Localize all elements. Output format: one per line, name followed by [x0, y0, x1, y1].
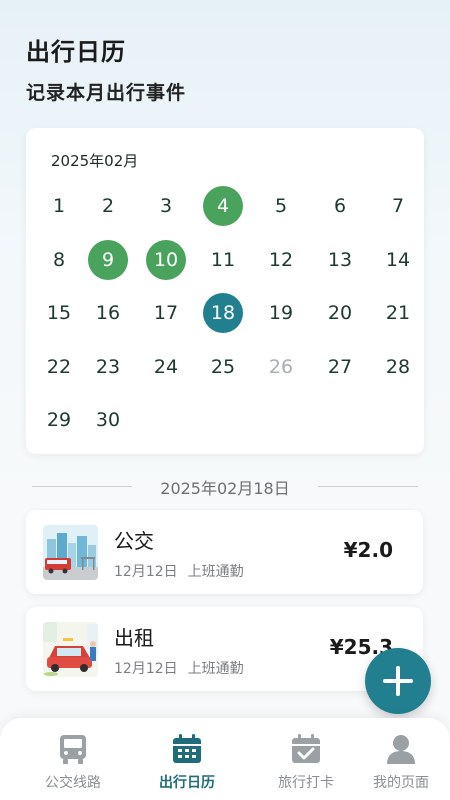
calendar-day-2[interactable]: 2: [88, 186, 128, 226]
record-meta: 12月12日 上班通勤: [114, 561, 244, 581]
calendar-day-29[interactable]: 29: [39, 400, 79, 440]
calendar-day-22[interactable]: 22: [39, 347, 79, 387]
calendar-day-21[interactable]: 21: [378, 293, 418, 333]
calendar-day-14[interactable]: 14: [378, 240, 418, 280]
tab-bus-routes[interactable]: 公交线路: [28, 732, 118, 792]
calendar-day-9[interactable]: 9: [88, 240, 128, 280]
calendar-day-11[interactable]: 11: [203, 240, 243, 280]
calendar-day-27[interactable]: 27: [320, 347, 360, 387]
bus-stop-illustration-icon: [43, 525, 98, 580]
calendar-day-3[interactable]: 3: [146, 186, 186, 226]
selected-date-divider: 2025年02月18日: [32, 475, 418, 498]
selected-date-label: 2025年02月18日: [160, 479, 290, 498]
trip-record-card[interactable]: 出租 12月12日 上班通勤 ¥25.3: [26, 607, 423, 691]
taxi-illustration-icon: [43, 622, 98, 677]
record-price: ¥2.0: [343, 538, 393, 562]
calendar-month-label: 2025年02月: [51, 152, 139, 170]
add-trip-button[interactable]: [365, 648, 431, 714]
calendar-day-8[interactable]: 8: [39, 240, 79, 280]
calendar-day-28[interactable]: 28: [378, 347, 418, 387]
record-date: 12月12日: [114, 661, 178, 677]
tab-my-page[interactable]: 我的页面: [356, 732, 446, 792]
calendar-day-15[interactable]: 15: [39, 293, 79, 333]
record-title: 公交: [114, 529, 154, 553]
plus-icon: [383, 666, 413, 696]
bottom-nav: 公交线路 出行日历 旅行打卡 我的页面: [0, 718, 450, 800]
user-icon: [387, 735, 415, 764]
calendar-day-1[interactable]: 1: [39, 186, 79, 226]
calendar-check-icon: [292, 734, 320, 763]
calendar-day-24[interactable]: 24: [146, 347, 186, 387]
tab-travel-calendar[interactable]: 出行日历: [142, 732, 232, 792]
record-purpose: 上班通勤: [187, 661, 244, 677]
calendar-card: 2025年02月 1 2 3 4 5 6 7 8 9 10 11 12 13 14 15 16 17 18 19 20…: [26, 128, 424, 454]
record-title: 出租: [114, 626, 154, 650]
tab-label: 我的页面: [373, 775, 429, 791]
divider-line-right: [318, 486, 418, 487]
calendar-day-18[interactable]: 18: [203, 293, 243, 333]
calendar-day-26: 26: [268, 356, 294, 378]
calendar-day-6[interactable]: 6: [320, 186, 360, 226]
tab-travel-checkin[interactable]: 旅行打卡: [261, 732, 351, 792]
calendar-day-12[interactable]: 12: [261, 240, 301, 280]
tab-label: 公交线路: [45, 775, 101, 791]
calendar-day-4[interactable]: 4: [203, 186, 243, 226]
calendar-day-10[interactable]: 10: [146, 240, 186, 280]
calendar-day-17[interactable]: 17: [146, 293, 186, 333]
calendar-day-7[interactable]: 7: [378, 186, 418, 226]
calendar-day-30[interactable]: 30: [88, 400, 128, 440]
calendar-day-16[interactable]: 16: [88, 293, 128, 333]
record-meta: 12月12日 上班通勤: [114, 658, 244, 678]
page-subtitle: 记录本月出行事件: [26, 82, 187, 104]
calendar-day-23[interactable]: 23: [88, 347, 128, 387]
tab-label: 出行日历: [159, 775, 215, 791]
tab-label: 旅行打卡: [278, 775, 334, 791]
calendar-day-20[interactable]: 20: [320, 293, 360, 333]
record-date: 12月12日: [114, 564, 178, 580]
bus-icon: [60, 735, 86, 764]
trip-record-card[interactable]: 公交 12月12日 上班通勤 ¥2.0: [26, 510, 423, 594]
calendar-day-25[interactable]: 25: [203, 347, 243, 387]
calendar-day-5[interactable]: 5: [261, 186, 301, 226]
record-purpose: 上班通勤: [187, 564, 244, 580]
page-title: 出行日历: [26, 38, 126, 66]
calendar-day-19[interactable]: 19: [261, 293, 301, 333]
calendar-day-13[interactable]: 13: [320, 240, 360, 280]
calendar-icon: [173, 734, 201, 763]
